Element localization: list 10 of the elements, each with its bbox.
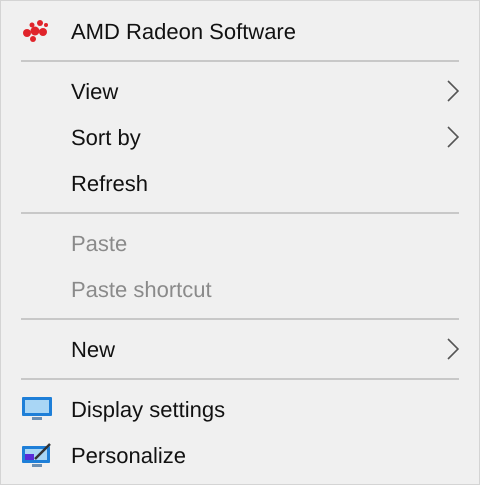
menu-item[interactable]: AMD Radeon Software [1,8,479,54]
monitor-icon [21,396,53,422]
monitor-brush-icon [21,442,53,468]
menu-item[interactable]: New [1,326,479,372]
menu-item[interactable]: Sort by [1,114,479,160]
menu-item[interactable]: Refresh [1,160,479,206]
molecule-icon [21,18,51,44]
menu-item[interactable]: Display settings [1,386,479,432]
menu-item[interactable]: Personalize [1,432,479,478]
menu-item[interactable]: View [1,68,479,114]
